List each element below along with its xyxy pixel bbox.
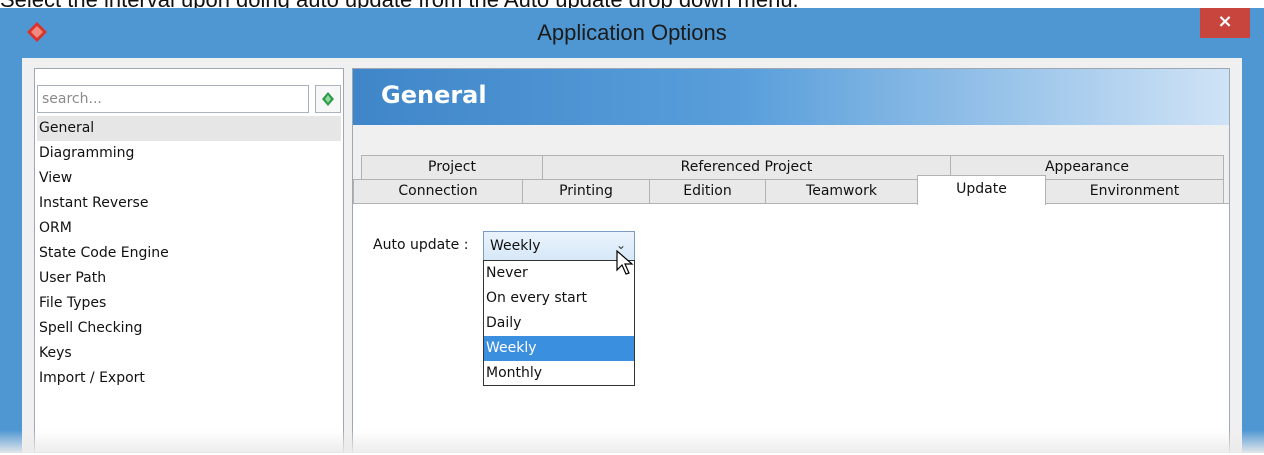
auto-update-options-list: Never On every start Daily Weekly Monthl…	[483, 260, 635, 386]
search-input[interactable]: search...	[37, 85, 309, 113]
sidebar-item-spell-checking[interactable]: Spell Checking	[37, 316, 341, 341]
options-sidebar: search... General Diagramming View Insta…	[34, 68, 344, 453]
option-weekly[interactable]: Weekly	[484, 336, 634, 361]
tab-referenced-project[interactable]: Referenced Project	[542, 155, 951, 180]
tab-update[interactable]: Update	[917, 175, 1046, 205]
sidebar-item-keys[interactable]: Keys	[37, 341, 341, 366]
option-on-every-start[interactable]: On every start	[484, 286, 634, 311]
window-title: Application Options	[537, 20, 727, 45]
sidebar-item-orm[interactable]: ORM	[37, 216, 341, 241]
tab-teamwork[interactable]: Teamwork	[765, 179, 918, 204]
option-daily[interactable]: Daily	[484, 311, 634, 336]
auto-update-label: Auto update :	[373, 237, 469, 253]
search-gem-icon	[322, 92, 334, 106]
option-never[interactable]: Never	[484, 261, 634, 286]
tab-environment[interactable]: Environment	[1045, 179, 1224, 204]
sidebar-item-instant-reverse[interactable]: Instant Reverse	[37, 191, 341, 216]
tab-connection[interactable]: Connection	[353, 179, 523, 204]
sidebar-item-state-code-engine[interactable]: State Code Engine	[37, 241, 341, 266]
sidebar-item-general[interactable]: General	[37, 116, 341, 141]
search-button[interactable]	[315, 85, 341, 113]
update-tab-content: Auto update : Weekly ⌄ Never On every st…	[353, 203, 1229, 455]
auto-update-selected-value: Weekly	[490, 238, 541, 254]
close-button[interactable]: ×	[1200, 8, 1250, 38]
auto-update-dropdown[interactable]: Weekly ⌄	[483, 231, 635, 261]
category-list: General Diagramming View Instant Reverse…	[37, 116, 341, 391]
tab-printing[interactable]: Printing	[522, 179, 650, 204]
mouse-pointer-icon	[616, 250, 634, 275]
tab-project[interactable]: Project	[361, 155, 543, 180]
sidebar-item-import-export[interactable]: Import / Export	[37, 366, 341, 391]
sidebar-item-view[interactable]: View	[37, 166, 341, 191]
sidebar-item-diagramming[interactable]: Diagramming	[37, 141, 341, 166]
page-title: General	[381, 81, 487, 109]
section-header: General	[353, 69, 1229, 125]
options-content-panel: General Project Referenced Project Appea…	[352, 68, 1230, 455]
tab-edition[interactable]: Edition	[649, 179, 766, 204]
dialog-client-area: search... General Diagramming View Insta…	[22, 58, 1242, 455]
option-monthly[interactable]: Monthly	[484, 361, 634, 386]
application-options-window: Application Options × search... General …	[0, 8, 1264, 455]
sidebar-item-user-path[interactable]: User Path	[37, 266, 341, 291]
title-bar: Application Options ×	[0, 8, 1264, 58]
sidebar-item-file-types[interactable]: File Types	[37, 291, 341, 316]
